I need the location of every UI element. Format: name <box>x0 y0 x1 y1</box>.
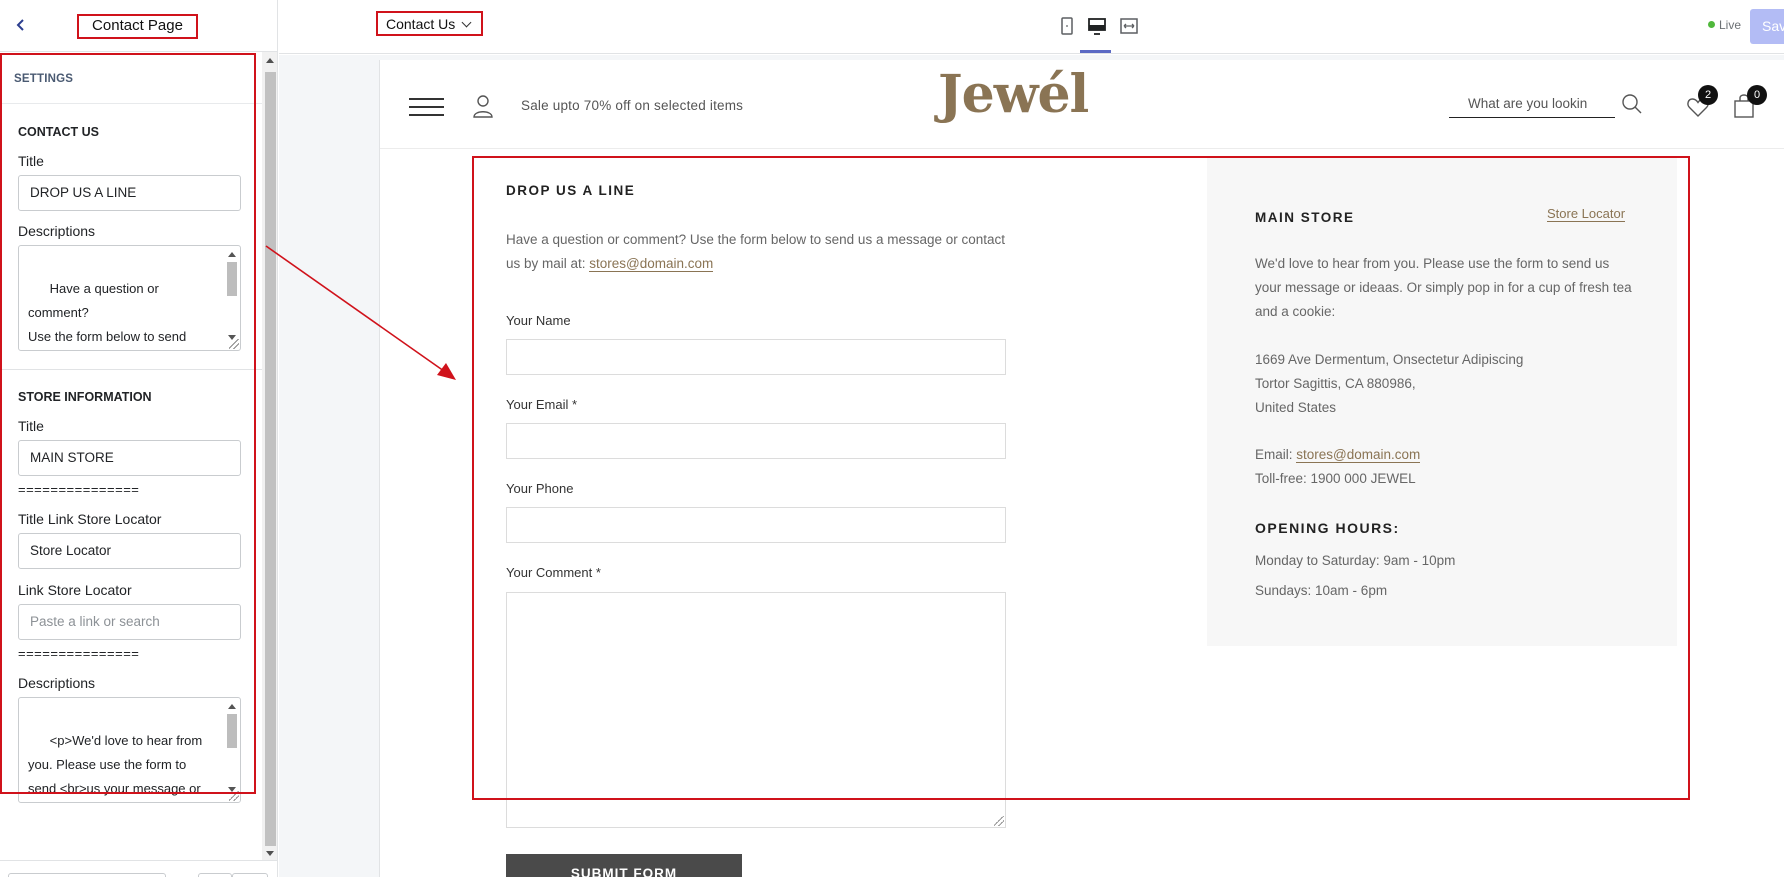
comment-label: Your Comment * <box>506 565 601 580</box>
fullwidth-view-icon[interactable] <box>1117 14 1141 38</box>
store-locator-link[interactable]: Store Locator <box>1547 206 1626 222</box>
mobile-view-icon[interactable] <box>1055 14 1079 38</box>
page-selector-dropdown[interactable]: Contact Us <box>376 11 483 36</box>
save-button[interactable]: Save <box>1750 9 1784 44</box>
page-title: Contact Page <box>77 14 198 39</box>
textarea-scrollbar[interactable] <box>226 700 238 798</box>
submit-form-button[interactable]: SUBMIT FORM <box>506 854 742 877</box>
store-descriptions-label: Descriptions <box>18 675 96 691</box>
sidebar-scrollbar[interactable] <box>262 52 277 860</box>
footer-button[interactable] <box>8 873 166 877</box>
chevron-down-icon <box>461 17 472 28</box>
user-account-icon[interactable] <box>472 94 494 118</box>
settings-heading: SETTINGS <box>0 52 262 104</box>
search-icon[interactable] <box>1621 93 1643 115</box>
hours-weekday: Monday to Saturday: 9am - 10pm <box>1255 553 1456 568</box>
store-section-heading: STORE INFORMATION <box>18 390 152 404</box>
phone-input[interactable] <box>506 507 1006 543</box>
undo-button[interactable] <box>198 873 232 877</box>
link-title-label: Title Link Store Locator <box>18 511 162 527</box>
live-status: Live <box>1708 18 1741 32</box>
link-locator-field[interactable]: Paste a link or search <box>18 604 241 640</box>
store-intro-text: We'd love to hear from you. Please use t… <box>1255 256 1632 319</box>
desktop-view-icon[interactable] <box>1085 14 1109 38</box>
resize-grip-icon[interactable] <box>229 791 239 801</box>
link-title-field[interactable]: Store Locator <box>18 533 241 569</box>
editor-sidebar: Contact Page SETTINGS CONTACT US Title D… <box>0 0 278 877</box>
email-input[interactable] <box>506 423 1006 459</box>
store-header: Sale upto 70% off on selected items Jewé… <box>380 60 1784 149</box>
name-input[interactable] <box>506 339 1006 375</box>
opening-hours-heading: OPENING HOURS: <box>1255 520 1400 536</box>
contact-form-description: Have a question or comment? Use the form… <box>506 228 1006 276</box>
divider-text: =============== <box>18 482 140 497</box>
storefront-preview: Sale upto 70% off on selected items Jewé… <box>379 60 1784 877</box>
editor-topbar: Contact Us Live Save <box>279 0 1784 54</box>
promo-text: Sale upto 70% off on selected items <box>521 98 744 113</box>
phone-label: Your Phone <box>506 481 574 496</box>
cart-count-badge: 0 <box>1747 85 1767 105</box>
active-view-indicator <box>1080 50 1111 53</box>
menu-hamburger-icon[interactable] <box>409 98 444 116</box>
store-logo[interactable]: Jewél <box>938 64 1089 125</box>
resize-grip-icon[interactable] <box>229 339 239 349</box>
live-status-dot-icon <box>1708 21 1715 28</box>
live-status-label: Live <box>1719 18 1742 32</box>
comment-textarea[interactable] <box>506 592 1006 828</box>
resize-grip-icon[interactable] <box>994 816 1004 826</box>
store-descriptions-text: <p>We'd love to hear from you. Please us… <box>28 733 203 796</box>
store-tollfree: Toll-free: 1900 000 JEWEL <box>1255 471 1416 486</box>
link-locator-label: Link Store Locator <box>18 582 132 598</box>
contact-form-heading: DROP US A LINE <box>506 183 636 198</box>
contact-descriptions-label: Descriptions <box>18 223 96 239</box>
contact-descriptions-textarea[interactable]: Have a question or comment? Use the form… <box>18 245 241 351</box>
contact-section-heading: CONTACT US <box>18 125 100 139</box>
store-info-heading: MAIN STORE <box>1255 210 1355 225</box>
contact-email-link[interactable]: stores@domain.com <box>589 256 714 272</box>
store-descriptions-textarea[interactable]: <p>We'd love to hear from you. Please us… <box>18 697 241 803</box>
hours-sunday: Sundays: 10am - 6pm <box>1255 583 1388 598</box>
store-title-label: Title <box>18 418 44 434</box>
contact-descriptions-text: Have a question or comment? Use the form… <box>28 281 187 344</box>
store-address-line-3: United States <box>1255 400 1337 415</box>
store-address-line-2: Tortor Sagittis, CA 880986, <box>1255 376 1416 391</box>
store-info-panel: MAIN STORE Store Locator We'd love to he… <box>1207 158 1677 646</box>
wishlist-count-badge: 2 <box>1698 85 1718 105</box>
contact-title-field[interactable]: DROP US A LINE <box>18 175 241 211</box>
store-email-row: Email: stores@domain.com <box>1255 443 1635 467</box>
contact-title-label: Title <box>18 153 44 169</box>
textarea-scrollbar[interactable] <box>226 248 238 346</box>
back-arrow-icon[interactable] <box>10 14 32 36</box>
sidebar-header: Contact Page <box>0 0 277 52</box>
contact-form-description-text: Have a question or comment? Use the form… <box>506 232 1006 271</box>
page-selector-label: Contact Us <box>386 16 456 32</box>
store-search-input[interactable]: What are you lookin <box>1449 94 1615 118</box>
store-email-link[interactable]: stores@domain.com <box>1296 447 1421 463</box>
store-address-line-1: 1669 Ave Dermentum, Onsectetur Adipiscin… <box>1255 352 1524 367</box>
sidebar-footer <box>0 860 277 877</box>
name-label: Your Name <box>506 313 571 328</box>
divider-text: =============== <box>18 646 140 661</box>
store-email-label: Email: <box>1255 447 1297 462</box>
sidebar-settings-panel: SETTINGS CONTACT US Title DROP US A LINE… <box>0 52 262 860</box>
redo-button[interactable] <box>232 873 268 877</box>
store-title-field[interactable]: MAIN STORE <box>18 440 241 476</box>
email-label: Your Email * <box>506 397 578 412</box>
